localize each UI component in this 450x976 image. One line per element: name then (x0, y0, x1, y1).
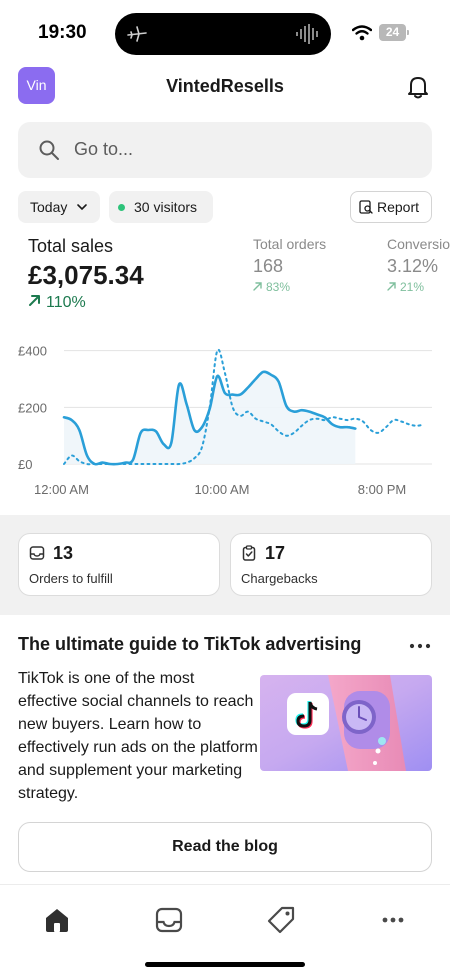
audio-wave-icon (296, 24, 318, 44)
battery-cap (407, 30, 409, 35)
more-options-icon[interactable] (408, 636, 432, 656)
total-orders-change: 83% (253, 280, 326, 294)
more-icon[interactable] (378, 905, 408, 935)
orders-icon[interactable] (154, 905, 184, 935)
guide-title: The ultimate guide to TikTok advertising (18, 634, 362, 654)
dynamic-island (115, 13, 331, 55)
arrow-up-right-icon (253, 282, 262, 291)
total-sales-label[interactable]: Total sales (28, 236, 113, 257)
tiktok-app-icon (287, 693, 329, 735)
bubble-decoration (378, 737, 386, 745)
date-range-label: Today (30, 199, 68, 215)
y-tick-label: £400 (18, 344, 47, 359)
x-tick-label: 12:00 AM (34, 482, 89, 497)
arrow-up-right-icon (29, 295, 40, 306)
report-button[interactable]: Report (350, 191, 432, 223)
y-tick-label: £200 (18, 400, 47, 415)
home-indicator (145, 962, 305, 967)
live-visitors-pill[interactable]: 30 visitors (109, 191, 213, 223)
total-orders-change-value: 83% (266, 280, 291, 294)
store-name[interactable]: VintedResells (0, 76, 450, 97)
search-bar[interactable]: Go to... (18, 122, 432, 178)
guide-description: TikTok is one of the most effective soci… (18, 670, 258, 802)
conversion-label: Conversion (387, 236, 450, 252)
status-bar: 19:30 24 (0, 0, 450, 62)
conversion-change: 21% (387, 280, 450, 294)
chargebacks-count: 17 (265, 543, 286, 563)
airplane-icon (127, 26, 147, 42)
home-icon[interactable] (42, 905, 72, 935)
battery-level: 24 (379, 24, 406, 41)
y-tick-label: £0 (18, 457, 32, 472)
live-dot (118, 204, 125, 211)
visitors-label: 30 visitors (134, 199, 198, 215)
x-tick-label: 8:00 PM (358, 482, 406, 497)
orders-to-fulfill-card[interactable]: 13 Orders to fulfill (18, 533, 220, 596)
chargebacks-card[interactable]: 17 Chargebacks (230, 533, 432, 596)
inbox-icon (29, 546, 45, 560)
chevron-down-icon (77, 204, 87, 211)
battery-indicator: 24 (379, 24, 409, 41)
app-header: Vin VintedResells (0, 66, 450, 106)
x-tick-label: 10:00 AM (195, 482, 250, 497)
bubble-decoration (375, 748, 381, 754)
report-icon (359, 200, 373, 214)
search-icon (39, 140, 59, 160)
sales-line-chart[interactable]: £0 £200 £400 12:00 AM 10:00 AM 8:00 PM (0, 333, 450, 503)
total-orders-value: 168 (253, 256, 284, 276)
products-icon[interactable] (266, 905, 296, 935)
conversion-change-value: 21% (400, 280, 425, 294)
status-time: 19:30 (38, 22, 87, 43)
chargebacks-label: Chargebacks (241, 571, 318, 586)
conversion-value: 3.12% (387, 256, 439, 276)
wifi-icon (352, 25, 372, 41)
solid-series-area (64, 371, 356, 465)
read-blog-button[interactable]: Read the blog (18, 822, 432, 872)
date-range-selector[interactable]: Today (18, 191, 100, 223)
bell-icon[interactable] (405, 74, 431, 100)
tiktok-guide-image[interactable] (260, 675, 432, 771)
bubble-decoration (373, 761, 377, 765)
clipboard-check-icon (242, 545, 256, 561)
orders-count: 13 (53, 543, 74, 563)
report-label: Report (377, 199, 420, 215)
arrow-up-right-icon (387, 282, 396, 291)
total-sales-change: 110% (28, 294, 86, 312)
total-sales-value: £3,075.34 (28, 260, 144, 290)
total-orders-label: Total orders (253, 236, 327, 252)
total-orders-metric[interactable]: Total orders 168 83% (253, 236, 326, 294)
search-placeholder: Go to... (74, 139, 134, 159)
total-sales-change-value: 110% (46, 294, 86, 311)
orders-label: Orders to fulfill (29, 571, 113, 586)
conversion-metric[interactable]: Conversion 3.12% 21% (387, 236, 450, 294)
